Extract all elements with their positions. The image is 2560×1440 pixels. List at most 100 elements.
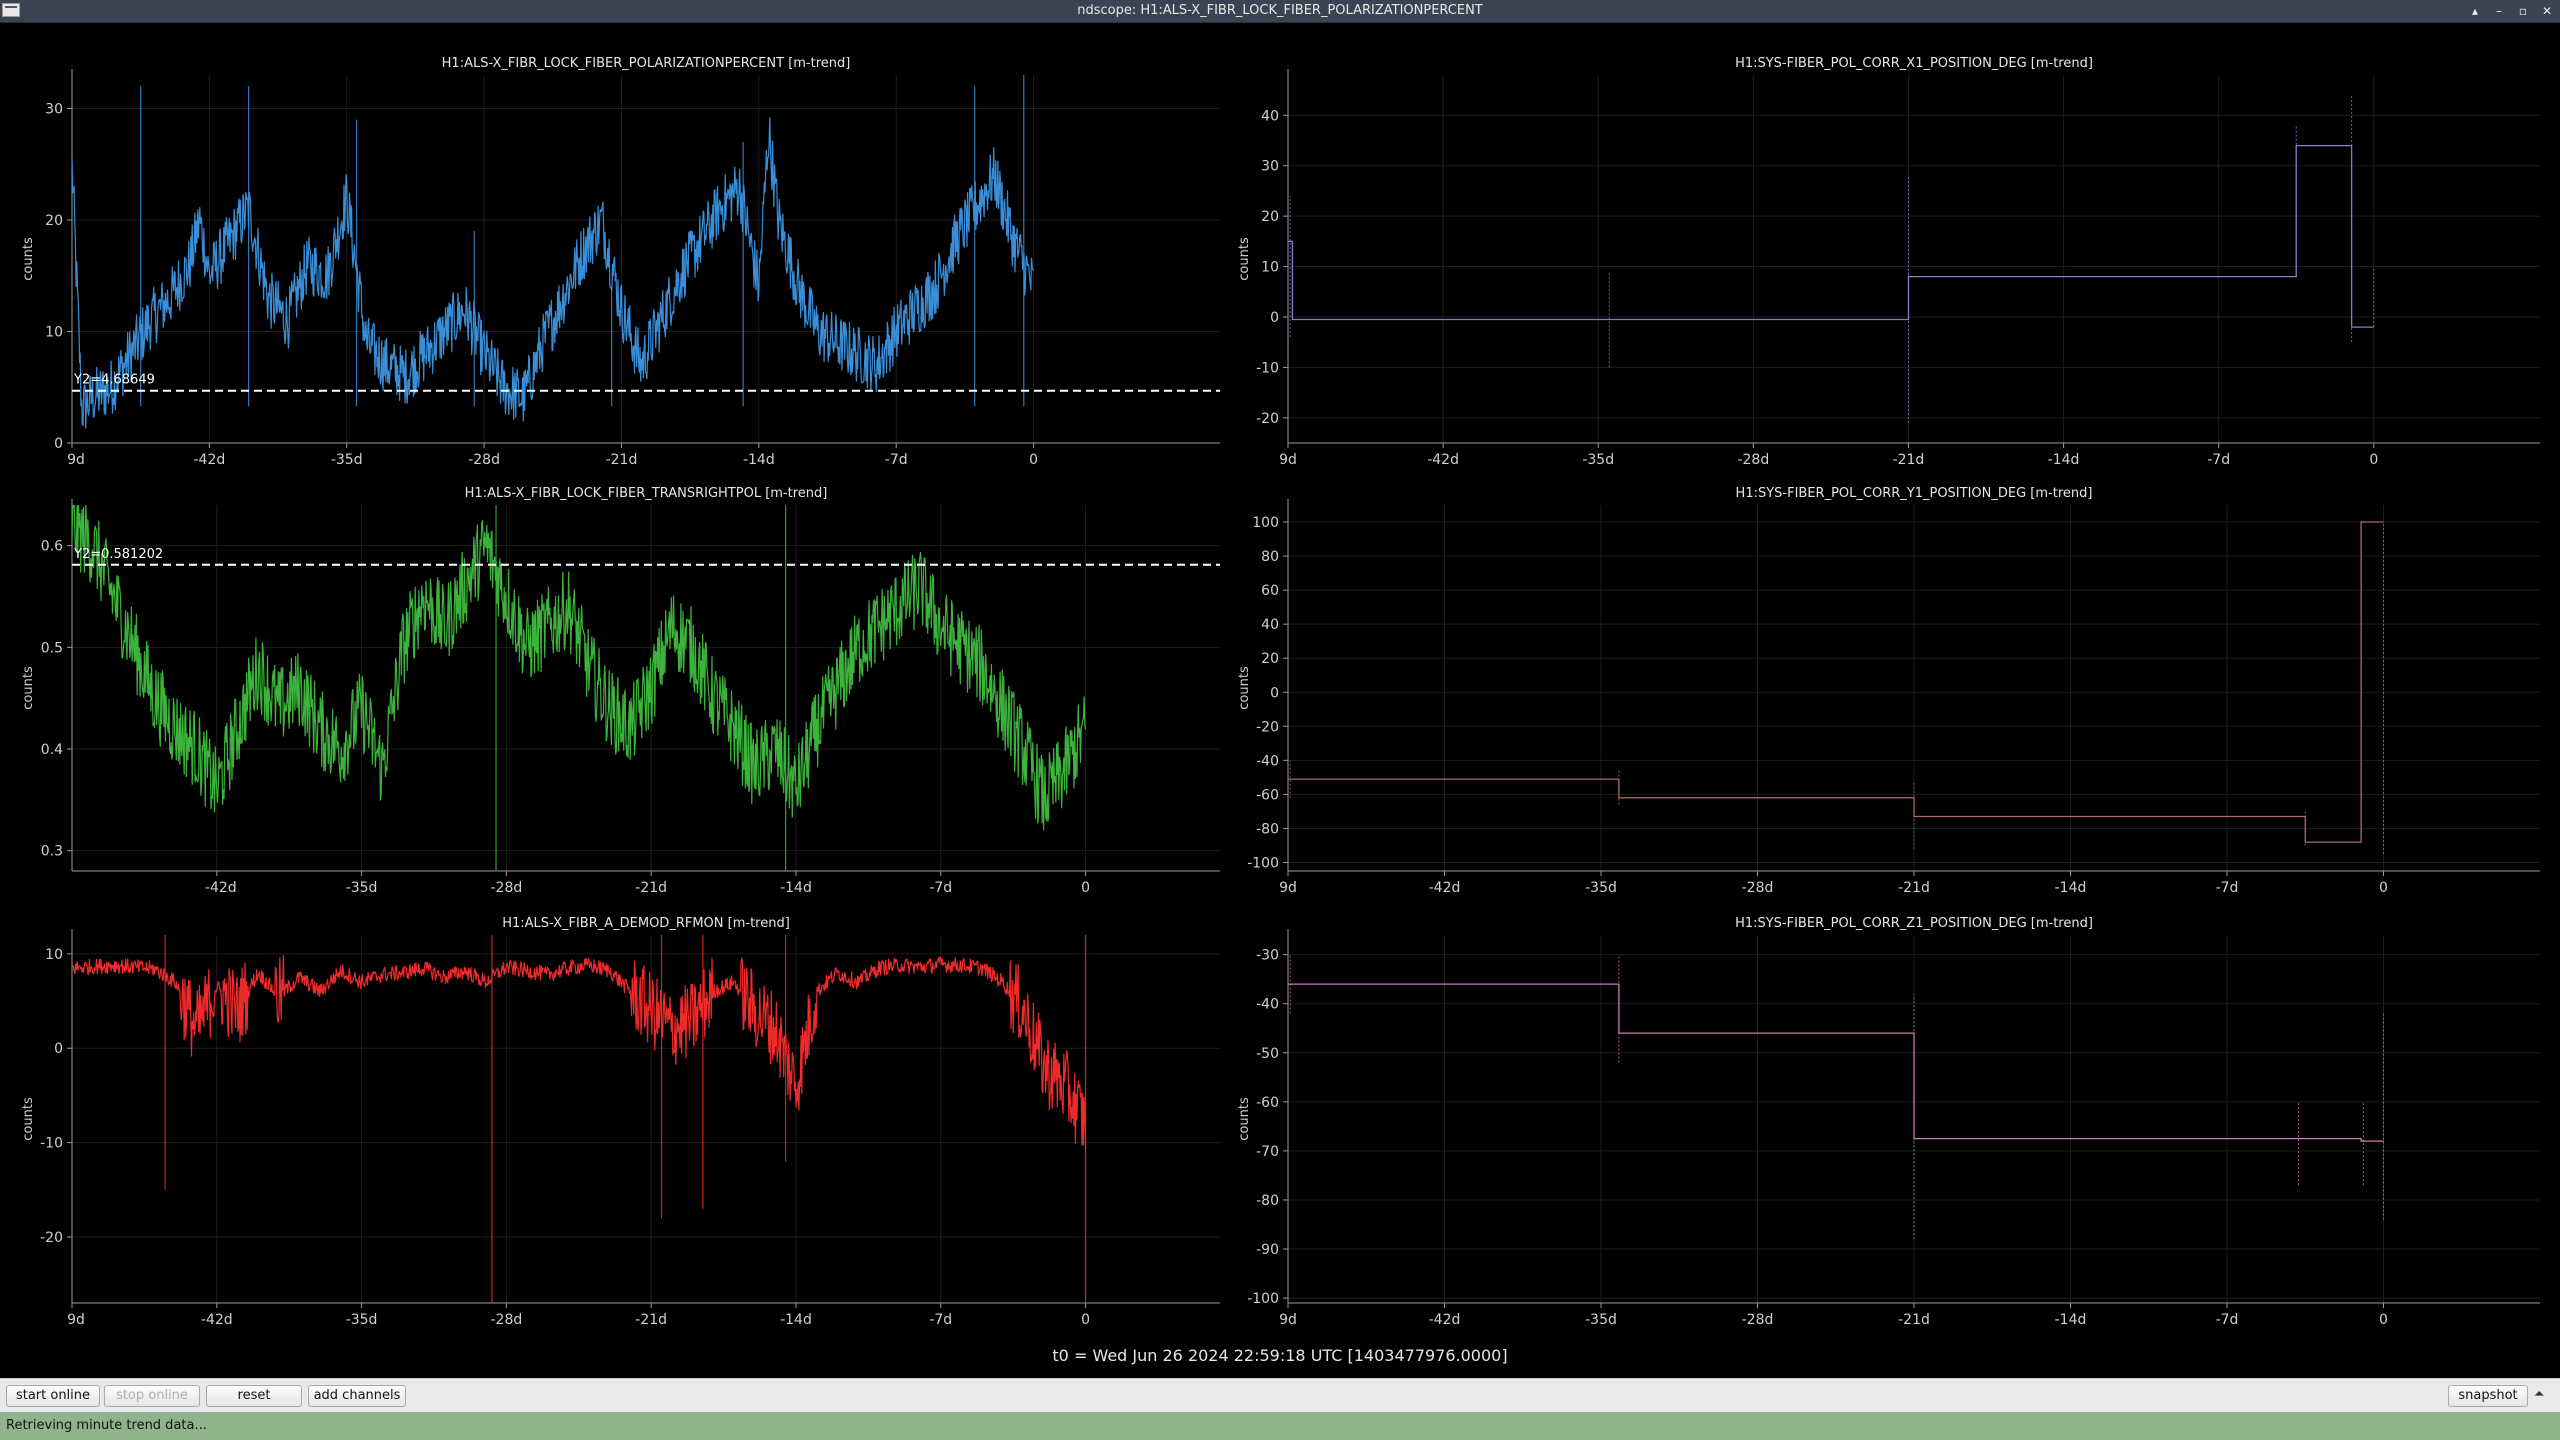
- plot-title: H1:ALS-X_FIBR_A_DEMOD_RFMON [m-trend]: [502, 916, 790, 931]
- x-tick-label: -28d: [1742, 880, 1774, 896]
- plots-svg[interactable]: H1:ALS-X_FIBR_LOCK_FIBER_POLARIZATIONPER…: [0, 23, 2560, 1378]
- series-line: [72, 954, 1087, 1150]
- y-tick-label: -90: [1256, 1242, 1279, 1258]
- y-tick-label: 30: [45, 101, 63, 117]
- plot-title: H1:SYS-FIBER_POL_CORR_Y1_POSITION_DEG [m…: [1736, 486, 2093, 501]
- x-tick-label: -42d: [1427, 452, 1459, 468]
- y-tick-label: -20: [1256, 411, 1279, 427]
- x-tick-label: 0: [1029, 452, 1038, 468]
- data-layer: [72, 75, 1035, 429]
- x-tick-label: 0: [1081, 1312, 1090, 1328]
- x-tick-label: -14d: [2055, 1312, 2087, 1328]
- y-tick-label: 40: [1261, 617, 1279, 633]
- y-tick-label: 0: [1270, 310, 1279, 326]
- start-online-button[interactable]: start online: [6, 1385, 100, 1407]
- x-tick-label: -42d: [1429, 880, 1461, 896]
- series-line: [72, 505, 1087, 831]
- y-tick-label: 10: [1261, 260, 1279, 276]
- reset-button[interactable]: reset: [206, 1385, 302, 1407]
- y-tick-label: 100: [1252, 515, 1279, 531]
- add-channels-button[interactable]: add channels: [308, 1385, 406, 1407]
- x-tick-label: -21d: [635, 880, 667, 896]
- x-tick-label: -14d: [2048, 452, 2080, 468]
- x-tick-label: -42d: [193, 452, 225, 468]
- x-tick-label: 9d: [1279, 880, 1297, 896]
- y-tick-label: 0.5: [41, 640, 63, 656]
- x-tick-label: -35d: [1585, 1312, 1617, 1328]
- plot-title: H1:SYS-FIBER_POL_CORR_X1_POSITION_DEG [m…: [1735, 56, 2093, 71]
- y-cursor-label: Y2=0.581202: [73, 547, 163, 562]
- x-tick-label: -28d: [1742, 1312, 1774, 1328]
- x-tick-label: -21d: [1898, 1312, 1930, 1328]
- y-tick-label: -20: [40, 1230, 63, 1246]
- x-tick-label: -7d: [929, 880, 952, 896]
- toolbar: start online stop online reset add chann…: [0, 1378, 2560, 1413]
- x-tick-label: -35d: [1582, 452, 1614, 468]
- close-window-icon[interactable]: ✕: [2540, 0, 2554, 22]
- shade-window-icon[interactable]: ▴: [2468, 0, 2482, 22]
- x-tick-label: 9d: [67, 1312, 85, 1328]
- y-tick-label: 20: [1261, 209, 1279, 225]
- plot-demod_rfmon: H1:ALS-X_FIBR_A_DEMOD_RFMON [m-trend] cou…: [21, 916, 1220, 1328]
- plot-area[interactable]: H1:ALS-X_FIBR_LOCK_FIBER_POLARIZATIONPER…: [0, 23, 2560, 1378]
- title-bar: ndscope: H1:ALS-X_FIBR_LOCK_FIBER_POLARI…: [0, 0, 2560, 23]
- minimize-window-icon[interactable]: –: [2492, 0, 2506, 22]
- y-tick-label: -100: [1247, 855, 1279, 871]
- y-tick-label: 80: [1261, 549, 1279, 565]
- y-axis-label: counts: [1237, 1097, 1252, 1141]
- snapshot-button[interactable]: snapshot: [2448, 1385, 2528, 1407]
- y-tick-label: 10: [45, 947, 63, 963]
- data-layer: [72, 935, 1087, 1303]
- x-tick-label: -28d: [468, 452, 500, 468]
- maximize-window-icon[interactable]: ▫: [2516, 0, 2530, 22]
- y-tick-label: 20: [45, 213, 63, 229]
- window-controls: ▴ – ▫ ✕: [2468, 0, 2554, 22]
- y-tick-label: 0: [1270, 685, 1279, 701]
- y-tick-label: -70: [1256, 1144, 1279, 1160]
- y-tick-label: -100: [1247, 1291, 1279, 1307]
- x-tick-label: 9d: [67, 452, 85, 468]
- x-tick-label: -42d: [201, 1312, 233, 1328]
- plot-title: H1:ALS-X_FIBR_LOCK_FIBER_POLARIZATIONPER…: [442, 56, 851, 71]
- y-tick-label: 20: [1261, 651, 1279, 667]
- y-axis-label: counts: [1237, 666, 1252, 710]
- y-tick-label: 0.3: [41, 844, 63, 860]
- x-tick-label: -7d: [2216, 880, 2239, 896]
- x-tick-label: -21d: [606, 452, 638, 468]
- x-tick-label: -7d: [2216, 1312, 2239, 1328]
- data-layer: [1288, 954, 2384, 1240]
- x-tick-label: -14d: [743, 452, 775, 468]
- x-tick-label: -35d: [346, 880, 378, 896]
- stop-online-button[interactable]: stop online: [104, 1385, 200, 1407]
- x-tick-label: -42d: [205, 880, 237, 896]
- plot-polarization: H1:ALS-X_FIBR_LOCK_FIBER_POLARIZATIONPER…: [21, 56, 1220, 468]
- y-tick-label: -80: [1256, 1193, 1279, 1209]
- series-line: [1288, 144, 2374, 328]
- x-tick-label: -21d: [1893, 452, 1925, 468]
- y-tick-label: 10: [45, 324, 63, 340]
- x-tick-label: -21d: [1898, 880, 1930, 896]
- x-tick-label: -14d: [2055, 880, 2087, 896]
- t0-label: t0 = Wed Jun 26 2024 22:59:18 UTC [14034…: [1052, 1346, 1508, 1365]
- x-tick-label: 9d: [1279, 452, 1297, 468]
- x-tick-label: -14d: [780, 1312, 812, 1328]
- y-tick-label: 0.6: [41, 539, 63, 555]
- y-tick-label: -60: [1256, 1095, 1279, 1111]
- y-tick-label: -10: [40, 1136, 63, 1152]
- y-axis-label: counts: [1237, 237, 1252, 281]
- data-layer: [1288, 521, 2384, 854]
- y-tick-label: -30: [1256, 948, 1279, 964]
- y-axis-label: counts: [21, 237, 36, 281]
- expand-arrow-icon[interactable]: ⏶: [2534, 1387, 2544, 1402]
- y-tick-label: -20: [1256, 719, 1279, 735]
- plot-title: H1:SYS-FIBER_POL_CORR_Z1_POSITION_DEG [m…: [1735, 916, 2093, 931]
- x-tick-label: -14d: [780, 880, 812, 896]
- y-tick-label: 30: [1261, 159, 1279, 175]
- y-tick-label: 0.4: [41, 742, 63, 758]
- y-tick-label: 60: [1261, 583, 1279, 599]
- x-tick-label: -42d: [1429, 1312, 1461, 1328]
- y-cursor-label: Y2=4.68649: [73, 373, 155, 388]
- y-tick-label: 40: [1261, 108, 1279, 124]
- x-tick-label: -7d: [2207, 452, 2230, 468]
- x-tick-label: -35d: [331, 452, 363, 468]
